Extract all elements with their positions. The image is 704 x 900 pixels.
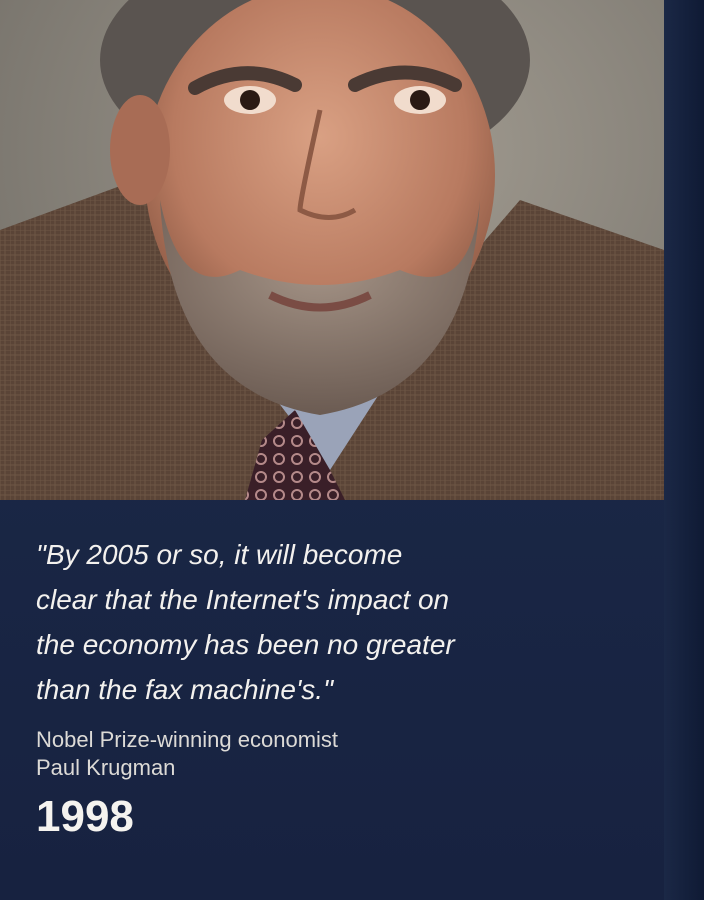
poster: "By 2005 or so, it will become clear tha… (0, 0, 704, 900)
portrait-illustration (0, 0, 664, 500)
side-band (664, 0, 704, 900)
quote-block: "By 2005 or so, it will become clear tha… (36, 532, 636, 842)
quote-year: 1998 (36, 792, 134, 841)
attribution: Nobel Prize-winning economist Paul Krugm… (36, 726, 636, 782)
quote-text: "By 2005 or so, it will become clear tha… (36, 539, 455, 705)
attribution-title: Nobel Prize-winning economist (36, 727, 339, 752)
portrait-photo (0, 0, 664, 500)
attribution-name: Paul Krugman (36, 755, 176, 780)
